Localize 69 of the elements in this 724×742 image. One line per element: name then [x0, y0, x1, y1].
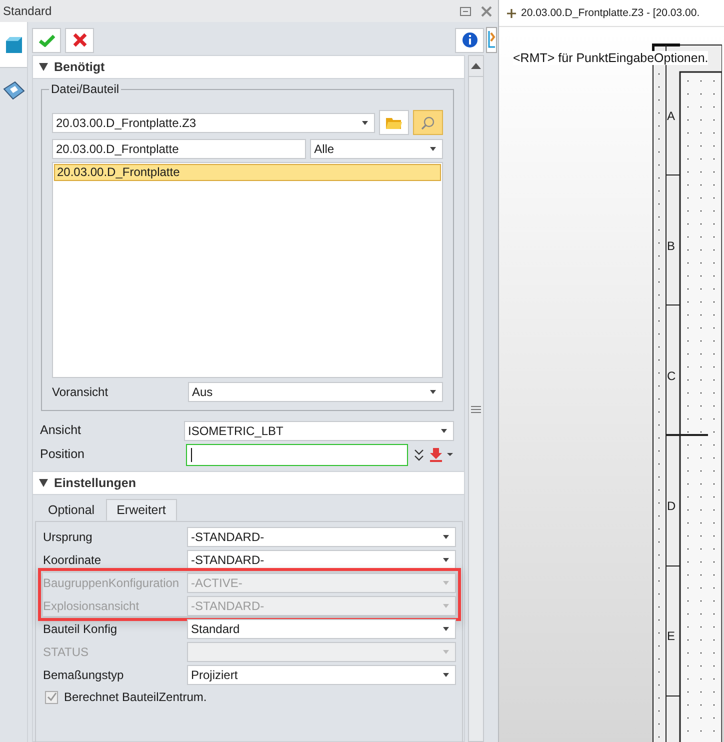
field-label: Bemaßungstyp	[43, 668, 125, 682]
field-label: Bauteil Konfig	[43, 622, 118, 636]
caret-icon	[430, 147, 436, 151]
caret-icon	[362, 120, 368, 124]
section-title: Benötigt	[54, 60, 105, 74]
search-button[interactable]	[413, 110, 444, 135]
caret-icon	[443, 558, 450, 562]
position-field[interactable]	[186, 444, 408, 466]
checkmark-icon	[38, 34, 54, 46]
zone-label: D	[667, 499, 676, 513]
open-folder-button[interactable]	[379, 110, 410, 135]
checkbox-label: Berechnet BauteilZentrum.	[64, 690, 207, 704]
cross-icon	[72, 33, 86, 47]
panel-title: Standard	[3, 4, 52, 18]
restore-icon[interactable]	[460, 6, 471, 16]
info-button[interactable]	[455, 28, 484, 52]
close-icon[interactable]	[481, 6, 492, 16]
zone-label: A	[667, 109, 676, 123]
zone-label: B	[667, 239, 676, 253]
section-header[interactable]: Einstellungen	[33, 472, 464, 495]
pin-arrow-icon[interactable]	[430, 448, 454, 462]
cube-icon	[4, 36, 22, 54]
plus-icon	[507, 8, 516, 18]
field-label: Position	[40, 446, 86, 463]
filter-dropdown[interactable]: Alle	[310, 139, 444, 159]
group-title: Datei/Bauteil	[49, 82, 122, 96]
folder-icon	[386, 116, 402, 128]
cancel-button[interactable]	[65, 28, 94, 52]
caret-icon	[430, 390, 436, 394]
setting-dropdown[interactable]: -STANDARD-	[187, 550, 456, 570]
search-field[interactable]: 20.03.00.D_Frontplatte	[52, 139, 306, 159]
tab[interactable]: Optional	[37, 499, 106, 521]
section-header[interactable]: Benötigt	[33, 56, 464, 79]
double-chevron-icon[interactable]	[414, 448, 424, 460]
field-label: Ansicht	[40, 422, 82, 439]
field-label: Ursprung	[43, 530, 94, 544]
caret-icon	[443, 604, 450, 608]
caret-icon	[443, 627, 450, 631]
status-hint: <RMT> für PunktEingabeOptionen.	[513, 51, 708, 65]
grip-icon	[471, 406, 482, 412]
field-label: BaugruppenKonfiguration	[43, 576, 180, 590]
field-label: Explosionsansicht	[43, 599, 140, 613]
caret-icon	[443, 673, 450, 677]
zone-label: E	[667, 629, 676, 643]
caret-icon	[443, 581, 450, 585]
field-label: Koordinate	[43, 553, 102, 567]
view-dropdown[interactable]: ISOMETRIC_LBT	[184, 420, 454, 440]
expand-panel-icon[interactable]	[486, 27, 497, 53]
document-tab[interactable]: 20.03.00.D_Frontplatte.Z3 - [20.03.00.	[499, 0, 724, 27]
rail-tab[interactable]	[0, 22, 27, 68]
field-label: Voransicht	[52, 385, 110, 399]
info-icon	[462, 32, 478, 48]
setting-dropdown[interactable]: Standard	[187, 619, 456, 639]
file-dropdown[interactable]: 20.03.00.D_Frontplatte.Z3	[52, 112, 376, 132]
zone-label: C	[667, 369, 676, 383]
preview-dropdown[interactable]: Aus	[188, 382, 444, 402]
tab[interactable]: Erweitert	[106, 499, 177, 521]
setting-dropdown[interactable]: -STANDARD-	[187, 527, 456, 547]
section-title: Einstellungen	[54, 476, 136, 490]
scrollbar[interactable]	[468, 55, 484, 742]
caret-icon	[443, 650, 450, 654]
confirm-button[interactable]	[32, 28, 61, 52]
setting-dropdown[interactable]: Projiziert	[187, 665, 456, 685]
field-label: STATUS	[43, 645, 90, 659]
scroll-up-icon[interactable]	[471, 63, 482, 69]
list-item[interactable]: 20.03.00.D_Frontplatte	[54, 164, 442, 181]
caret-icon	[441, 428, 448, 432]
caret-icon	[443, 535, 450, 539]
search-icon	[421, 116, 436, 130]
